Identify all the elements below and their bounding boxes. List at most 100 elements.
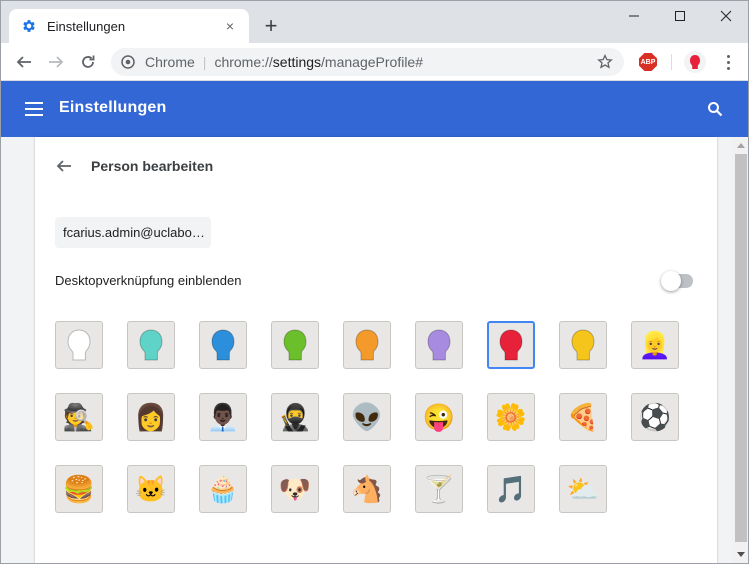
head-silhouette-icon	[355, 329, 379, 361]
profile-avatar-button[interactable]	[684, 51, 706, 73]
head-silhouette-icon	[211, 329, 235, 361]
avatar-purple-head[interactable]	[415, 321, 463, 369]
avatar-spy[interactable]: 🕵️	[55, 393, 103, 441]
search-icon[interactable]	[704, 98, 726, 120]
scroll-down-arrow-icon[interactable]	[732, 547, 748, 563]
toolbar-divider	[671, 54, 672, 70]
arrow-left-icon	[16, 56, 31, 68]
head-silhouette-icon	[571, 329, 595, 361]
minimize-icon	[629, 15, 639, 17]
url-path: /manageProfile#	[321, 54, 423, 70]
settings-header: Einstellungen	[1, 81, 748, 137]
url-host: settings	[272, 54, 322, 70]
avatar-dog[interactable]: 🐶	[271, 465, 319, 513]
avatar-alien-icon: 👽	[350, 402, 384, 432]
menu-dot-icon	[726, 60, 730, 64]
address-url: chrome://settings/manageProfile#	[214, 54, 596, 70]
address-origin: Chrome	[145, 54, 195, 70]
new-tab-button[interactable]: +	[259, 14, 283, 38]
avatar-flower[interactable]: 🌼	[487, 393, 535, 441]
page-scrollbar[interactable]	[732, 137, 748, 563]
scroll-up-arrow-icon[interactable]	[732, 137, 748, 153]
avatar-cyan-head[interactable]	[127, 321, 175, 369]
maximize-icon	[675, 11, 685, 21]
avatar-businessman-icon: 👨🏿‍💼	[206, 402, 240, 432]
avatar-ninja-icon: 🥷	[278, 402, 312, 432]
avatar-cocktail-icon: 🍸	[422, 474, 456, 504]
edit-person-card: Person bearbeiten fcarius.admin@uclabo… …	[35, 137, 717, 563]
close-icon	[720, 10, 732, 22]
back-arrow-icon[interactable]	[53, 155, 75, 177]
reload-button[interactable]	[75, 49, 101, 75]
hamburger-line	[25, 102, 43, 104]
maximize-button[interactable]	[657, 1, 703, 31]
avatar-alien[interactable]: 👽	[343, 393, 391, 441]
avatar-pizza-icon: 🍕	[566, 402, 600, 432]
profile-head-icon	[690, 55, 700, 69]
avatar-cupcake-icon: 🧁	[206, 474, 240, 504]
avatar-orange-head[interactable]	[343, 321, 391, 369]
avatar-smiley[interactable]: 😜	[415, 393, 463, 441]
avatar-burger[interactable]: 🍔	[55, 465, 103, 513]
address-bar[interactable]: Chrome | chrome://settings/manageProfile…	[111, 48, 624, 76]
bookmark-star-icon[interactable]	[596, 53, 614, 71]
toggle-knob	[661, 271, 681, 291]
avatar-dog-icon: 🐶	[278, 474, 312, 504]
scroll-thumb[interactable]	[735, 154, 747, 542]
settings-title: Einstellungen	[59, 99, 167, 116]
avatar-white-head[interactable]	[55, 321, 103, 369]
tab-close-icon[interactable]: ×	[221, 18, 239, 34]
avatar-smiley-icon: 😜	[422, 402, 456, 432]
avatar-woman-sunglasses-icon: 👩	[134, 402, 168, 432]
avatar-blonde-woman-icon: 👱‍♀️	[638, 330, 672, 360]
avatar-flower-icon: 🌼	[494, 402, 528, 432]
avatar-woman-sunglasses[interactable]: 👩	[127, 393, 175, 441]
avatar-sun-cloud[interactable]: ⛅	[559, 465, 607, 513]
minimize-button[interactable]	[611, 1, 657, 31]
hamburger-line	[25, 114, 43, 116]
page-title: Person bearbeiten	[91, 158, 214, 174]
head-silhouette-icon	[139, 329, 163, 361]
tab-strip: Einstellungen × +	[1, 1, 748, 43]
head-silhouette-icon	[427, 329, 451, 361]
menu-dot-icon	[726, 54, 730, 58]
desktop-shortcut-label: Desktopverknüpfung einblenden	[55, 273, 242, 288]
avatar-spy-icon: 🕵️	[62, 402, 96, 432]
avatar-yellow-head[interactable]	[559, 321, 607, 369]
avatar-cat[interactable]: 🐱	[127, 465, 175, 513]
avatar-green-head[interactable]	[271, 321, 319, 369]
address-separator: |	[202, 54, 207, 70]
avatar-businessman[interactable]: 👨🏿‍💼	[199, 393, 247, 441]
avatar-cupcake[interactable]: 🧁	[199, 465, 247, 513]
tab-settings[interactable]: Einstellungen ×	[9, 9, 249, 43]
avatar-pizza[interactable]: 🍕	[559, 393, 607, 441]
avatar-horse[interactable]: 🐴	[343, 465, 391, 513]
avatar-cat-icon: 🐱	[134, 474, 168, 504]
hamburger-menu-icon[interactable]	[25, 99, 45, 119]
back-button[interactable]	[11, 49, 37, 75]
tab-title: Einstellungen	[47, 18, 126, 34]
avatar-blue-head[interactable]	[199, 321, 247, 369]
avatar-ninja[interactable]: 🥷	[271, 393, 319, 441]
url-scheme: chrome://	[214, 54, 273, 70]
forward-button[interactable]	[43, 49, 69, 75]
avatar-blonde-woman[interactable]: 👱‍♀️	[631, 321, 679, 369]
avatar-burger-icon: 🍔	[62, 474, 96, 504]
avatar-music-note[interactable]: 🎵	[487, 465, 535, 513]
profile-name-input[interactable]: fcarius.admin@uclabo…	[55, 217, 211, 248]
hamburger-line	[25, 108, 43, 110]
gear-icon	[21, 18, 37, 34]
avatar-music-note-icon: 🎵	[494, 474, 528, 504]
close-window-button[interactable]	[703, 1, 748, 31]
desktop-shortcut-toggle[interactable]	[661, 271, 693, 291]
avatar-cocktail[interactable]: 🍸	[415, 465, 463, 513]
arrow-right-icon	[49, 56, 64, 68]
avatar-soccer-ball[interactable]: ⚽	[631, 393, 679, 441]
adblock-extension-icon[interactable]: ABP	[639, 53, 657, 71]
avatar-soccer-ball-icon: ⚽	[638, 402, 672, 432]
avatar-red-head[interactable]	[487, 321, 535, 369]
avatar-horse-icon: 🐴	[350, 474, 384, 504]
browser-window: Einstellungen × + Chrome | chrome://sett…	[0, 0, 749, 564]
browser-menu-button[interactable]	[717, 50, 739, 74]
head-silhouette-icon	[499, 329, 523, 361]
